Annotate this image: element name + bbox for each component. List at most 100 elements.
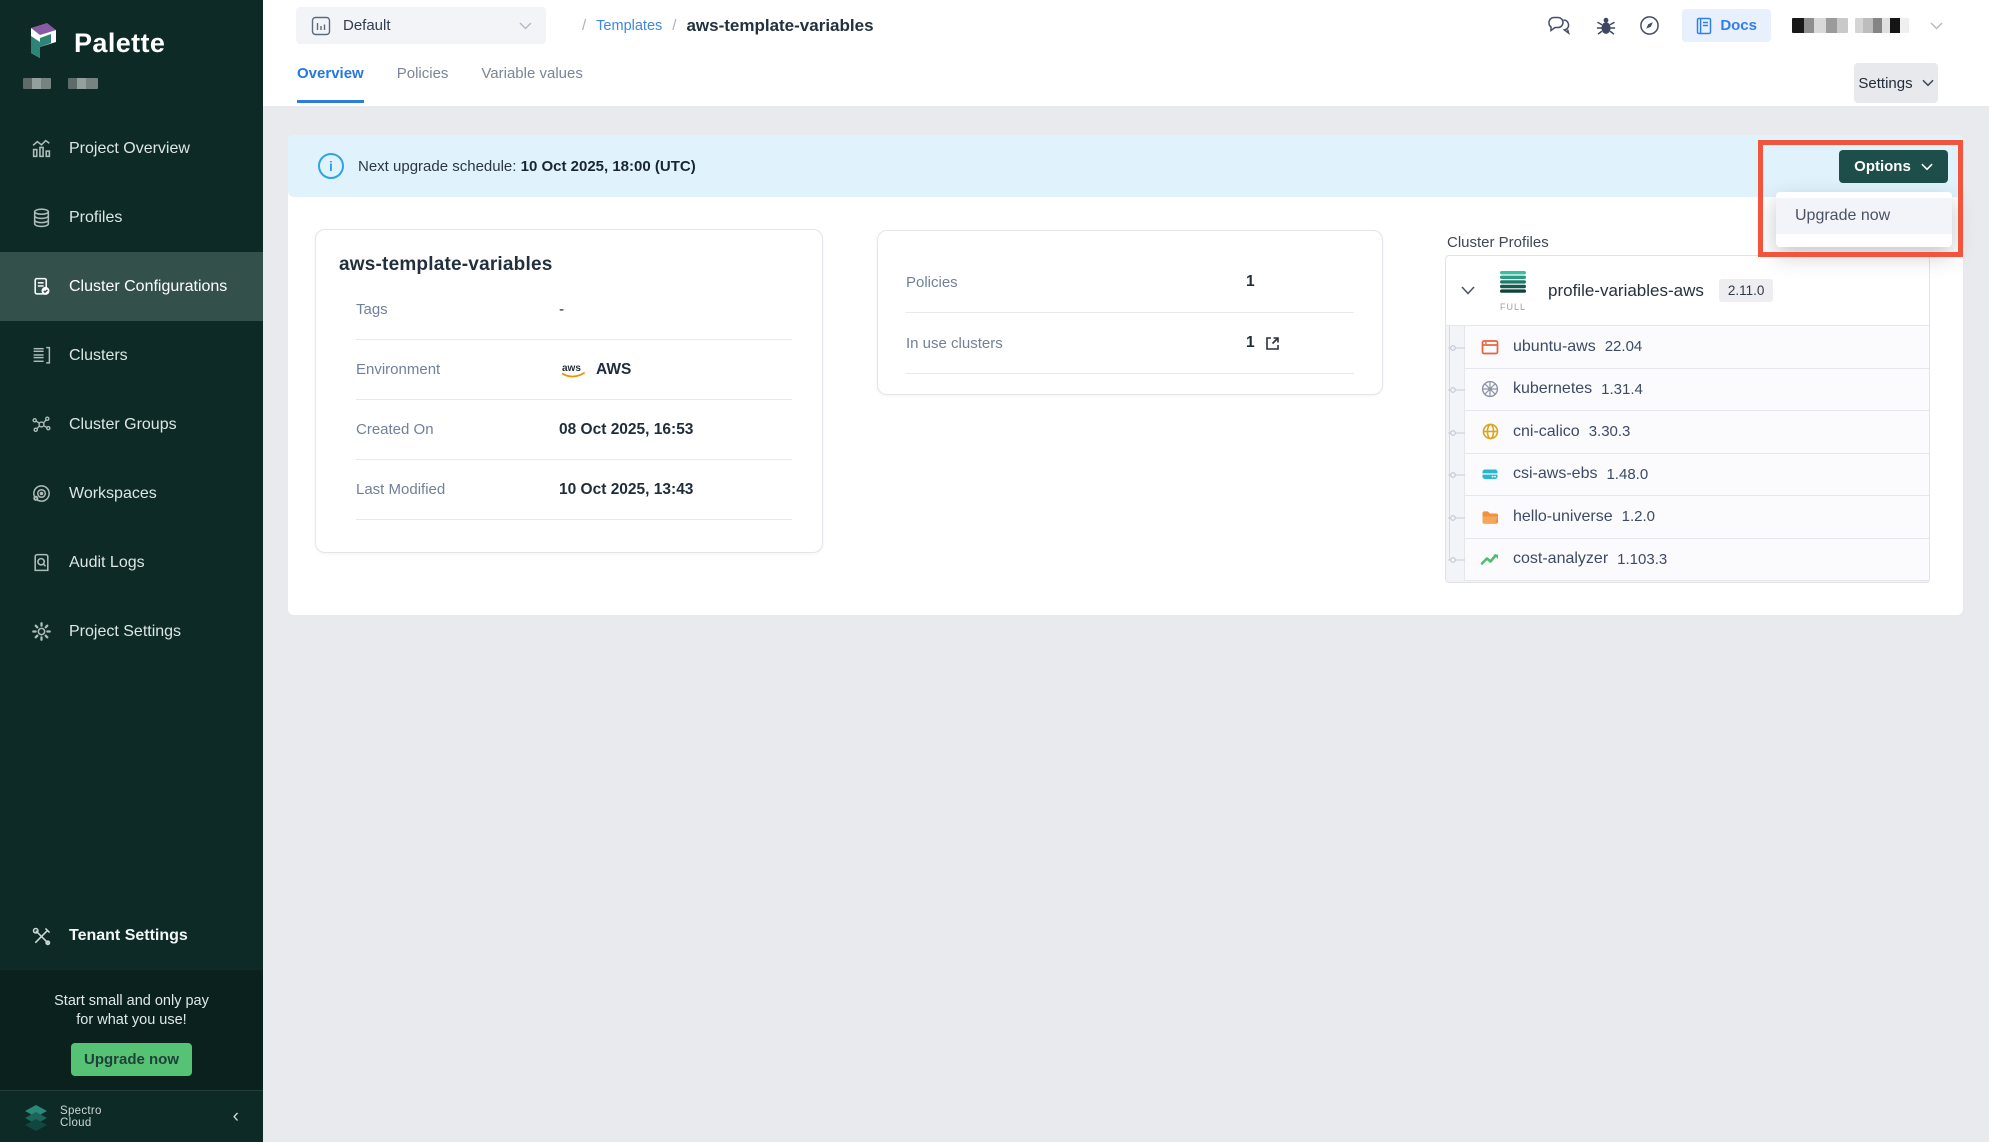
meta-value: aws AWS xyxy=(559,361,631,379)
meta-row-tags: Tags - xyxy=(356,280,792,340)
sidebar-footer: Spectro Cloud ‹ xyxy=(0,1090,263,1142)
layer-name: ubuntu-aws xyxy=(1513,338,1596,356)
workspaces-icon xyxy=(30,483,52,505)
sidebar-item-project-overview[interactable]: Project Overview xyxy=(0,114,263,183)
options-dropdown-menu: Upgrade now xyxy=(1776,192,1952,247)
breadcrumb-templates-link[interactable]: Templates xyxy=(596,18,662,34)
meta-label: Last Modified xyxy=(356,481,559,498)
settings-button[interactable]: Settings xyxy=(1854,63,1938,103)
tree-connector-icon xyxy=(1448,341,1465,353)
layer-row-csi-aws-ebs[interactable]: csi-aws-ebs 1.48.0 xyxy=(1465,454,1929,497)
docs-button[interactable]: Docs xyxy=(1682,9,1771,42)
aws-logo-text: aws xyxy=(562,363,581,374)
layer-name: csi-aws-ebs xyxy=(1513,465,1597,483)
tree-connector-icon xyxy=(1448,383,1465,395)
aws-logo-icon: aws xyxy=(559,361,587,379)
upgrade-schedule-text: Next upgrade schedule: 10 Oct 2025, 18:0… xyxy=(358,158,696,175)
sidebar-item-workspaces[interactable]: Workspaces xyxy=(0,459,263,528)
main-area: Default / Templates / aws-template-varia… xyxy=(263,0,1989,1142)
chevron-down-icon xyxy=(1922,79,1934,87)
upgrade-now-button[interactable]: Upgrade now xyxy=(71,1043,192,1076)
meta-row-last-modified: Last Modified 10 Oct 2025, 13:43 xyxy=(356,460,792,520)
sidebar-item-label: Audit Logs xyxy=(69,554,145,572)
project-scope-value: Default xyxy=(343,17,391,34)
chevron-down-icon[interactable] xyxy=(1930,22,1943,30)
promo-text-line1: Start small and only pay xyxy=(0,992,263,1011)
redacted-username xyxy=(1792,18,1848,33)
tab-policies[interactable]: Policies xyxy=(397,51,449,103)
menu-item-upgrade-now[interactable]: Upgrade now xyxy=(1776,198,1952,234)
logo-row: Palette xyxy=(0,0,263,64)
layer-name: hello-universe xyxy=(1513,508,1613,526)
sidebar-item-tenant-settings[interactable]: Tenant Settings xyxy=(0,902,263,970)
project-scope-selector[interactable]: Default xyxy=(296,7,546,44)
redacted-project-info xyxy=(0,64,263,89)
layer-version: 22.04 xyxy=(1605,338,1643,355)
tree-connector-icon xyxy=(1448,553,1465,565)
bug-report-icon[interactable] xyxy=(1595,15,1617,37)
cluster-configurations-icon xyxy=(30,276,52,298)
user-account-menu[interactable] xyxy=(1792,18,1909,33)
kubernetes-wheel-icon xyxy=(1480,379,1500,399)
clusters-icon xyxy=(30,345,52,367)
sidebar-item-project-settings[interactable]: Project Settings xyxy=(0,597,263,666)
profile-layers-list: ubuntu-aws 22.04 xyxy=(1464,326,1929,581)
chevron-down-icon[interactable] xyxy=(1461,286,1475,295)
cluster-profile-header-row[interactable]: FULL profile-variables-aws 2.11.0 xyxy=(1446,256,1929,326)
docs-book-icon xyxy=(1696,17,1712,35)
layer-row-cost-analyzer[interactable]: cost-analyzer 1.103.3 xyxy=(1465,539,1929,582)
sidebar-bottom: Tenant Settings Start small and only pay… xyxy=(0,902,263,1142)
gear-icon xyxy=(30,621,52,643)
meta-value: 08 Oct 2025, 16:53 xyxy=(559,421,693,439)
project-overview-icon xyxy=(30,138,52,160)
folder-icon xyxy=(1480,507,1500,527)
tab-overview[interactable]: Overview xyxy=(297,51,364,103)
meta-label: Tags xyxy=(356,301,559,318)
layer-name: kubernetes xyxy=(1513,380,1592,398)
meta-value: 10 Oct 2025, 13:43 xyxy=(559,481,693,499)
bar-chart-icon xyxy=(310,15,332,37)
audit-logs-icon xyxy=(30,552,52,574)
usage-value: 1 xyxy=(1246,273,1255,291)
meta-value: - xyxy=(559,301,564,319)
tab-variable-values[interactable]: Variable values xyxy=(481,51,582,103)
sidebar-item-clusters[interactable]: Clusters xyxy=(0,321,263,390)
layer-row-ubuntu-aws[interactable]: ubuntu-aws 22.04 xyxy=(1465,326,1929,369)
usage-row-in-use-clusters: In use clusters 1 xyxy=(906,313,1354,374)
redacted-username xyxy=(1855,18,1909,33)
explore-compass-icon[interactable] xyxy=(1638,14,1661,37)
brand-line1: Spectro xyxy=(60,1105,102,1117)
layer-row-cni-calico[interactable]: cni-calico 3.30.3 xyxy=(1465,411,1929,454)
logo-text: Palette xyxy=(74,28,165,59)
sidebar-item-label: Tenant Settings xyxy=(69,927,188,945)
template-name-title: aws-template-variables xyxy=(339,254,822,276)
profiles-icon xyxy=(30,207,52,229)
options-button[interactable]: Options xyxy=(1839,150,1948,183)
environment-value: AWS xyxy=(596,361,631,379)
in-use-clusters-count: 1 xyxy=(1246,334,1255,352)
profile-type-label: FULL xyxy=(1490,302,1536,312)
layer-version: 1.31.4 xyxy=(1601,381,1643,398)
breadcrumb-separator: / xyxy=(582,17,586,34)
layer-row-hello-universe[interactable]: hello-universe 1.2.0 xyxy=(1465,496,1929,539)
top-bar: Default / Templates / aws-template-varia… xyxy=(263,0,1989,51)
sidebar-item-audit-logs[interactable]: Audit Logs xyxy=(0,528,263,597)
breadcrumb-current-page: aws-template-variables xyxy=(686,16,873,36)
crossed-tools-icon xyxy=(30,925,52,947)
sidebar-item-profiles[interactable]: Profiles xyxy=(0,183,263,252)
chat-feedback-icon[interactable] xyxy=(1547,15,1574,36)
sidebar-item-label: Profiles xyxy=(69,209,122,227)
sidebar-item-label: Project Settings xyxy=(69,623,181,641)
top-bar-actions: Docs xyxy=(1547,9,1989,42)
sidebar-item-cluster-configurations[interactable]: Cluster Configurations xyxy=(0,252,263,321)
collapse-sidebar-icon[interactable]: ‹ xyxy=(233,1107,239,1126)
tree-connector-icon xyxy=(1448,426,1465,438)
external-link-icon[interactable] xyxy=(1264,335,1281,352)
sidebar-item-cluster-groups[interactable]: Cluster Groups xyxy=(0,390,263,459)
meta-row-created-on: Created On 08 Oct 2025, 16:53 xyxy=(356,400,792,460)
palette-app: Palette Project Overview xyxy=(0,0,1989,1142)
layer-row-kubernetes[interactable]: kubernetes 1.31.4 xyxy=(1465,369,1929,412)
sidebar-item-label: Cluster Groups xyxy=(69,416,177,434)
layer-version: 1.48.0 xyxy=(1606,466,1648,483)
template-overview-card: aws-template-variables Tags - Environmen… xyxy=(315,229,823,553)
